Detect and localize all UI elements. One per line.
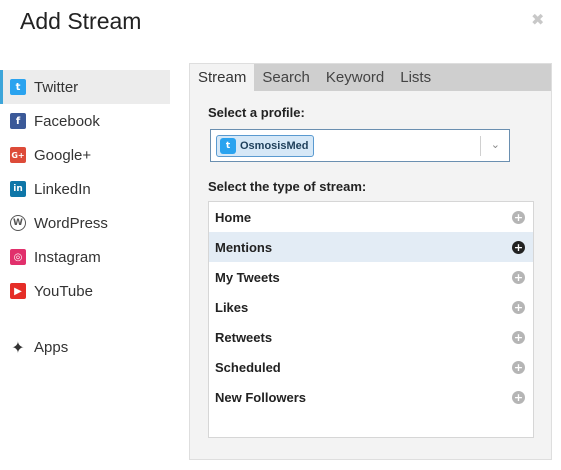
tab-bar: Stream Search Keyword Lists	[190, 64, 551, 91]
linkedin-icon: in	[10, 181, 26, 197]
stream-type-label: Select the type of stream:	[208, 179, 367, 194]
profile-select[interactable]: t OsmosisMed ⌄	[210, 129, 510, 162]
stream-type-label: Mentions	[215, 239, 273, 255]
stream-type-label: Likes	[215, 299, 249, 315]
tab-stream[interactable]: Stream	[190, 64, 255, 91]
sidebar-item-google-plus[interactable]: G+ Google+	[0, 138, 170, 172]
sidebar-item-label: LinkedIn	[34, 180, 91, 198]
tab-lists[interactable]: Lists	[392, 64, 439, 91]
google-plus-icon: G+	[10, 147, 26, 163]
stream-type-mentions[interactable]: Mentions +	[209, 232, 533, 262]
add-icon[interactable]: +	[512, 210, 525, 224]
instagram-icon: ◎	[10, 249, 26, 265]
stream-type-list: Home + Mentions + My Tweets + Likes + Re…	[208, 201, 534, 438]
add-icon[interactable]: +	[512, 390, 525, 404]
selected-profile-name: OsmosisMed	[240, 140, 309, 152]
network-sidebar: t Twitter f Facebook G+ Google+ in Linke…	[0, 70, 170, 364]
sidebar-item-wordpress[interactable]: W WordPress	[0, 206, 170, 240]
sidebar-item-instagram[interactable]: ◎ Instagram	[0, 240, 170, 274]
select-divider	[480, 136, 481, 156]
add-icon[interactable]: +	[512, 270, 525, 284]
stream-type-home[interactable]: Home +	[209, 202, 533, 232]
sidebar-item-linkedin[interactable]: in LinkedIn	[0, 172, 170, 206]
sidebar-item-label: Apps	[34, 338, 69, 356]
stream-type-retweets[interactable]: Retweets +	[209, 322, 533, 352]
tab-search[interactable]: Search	[254, 64, 318, 91]
sidebar-item-label: Facebook	[34, 112, 100, 130]
sidebar-item-twitter[interactable]: t Twitter	[0, 70, 170, 104]
stream-type-label: My Tweets	[215, 269, 280, 285]
twitter-icon: t	[10, 79, 26, 95]
stream-type-likes[interactable]: Likes +	[209, 292, 533, 322]
stream-type-my-tweets[interactable]: My Tweets +	[209, 262, 533, 292]
facebook-icon: f	[10, 113, 26, 129]
sidebar-item-facebook[interactable]: f Facebook	[0, 104, 170, 138]
stream-type-label: Scheduled	[215, 359, 281, 375]
wordpress-icon: W	[10, 215, 26, 231]
add-icon[interactable]: +	[512, 360, 525, 374]
stream-type-label: Retweets	[215, 329, 273, 345]
dialog-title: Add Stream	[20, 8, 142, 34]
add-icon[interactable]: +	[512, 240, 525, 254]
sidebar-item-label: YouTube	[34, 282, 93, 300]
profile-label: Select a profile:	[208, 105, 305, 120]
stream-type-label: New Followers	[215, 389, 307, 405]
stream-type-scheduled[interactable]: Scheduled +	[209, 352, 533, 382]
sidebar-item-youtube[interactable]: ▶ YouTube	[0, 274, 170, 308]
close-icon[interactable]: ✖	[531, 13, 544, 29]
sidebar-item-label: Instagram	[34, 248, 101, 266]
youtube-icon: ▶	[10, 283, 26, 299]
stream-type-new-followers[interactable]: New Followers +	[209, 382, 533, 412]
twitter-icon: t	[220, 138, 236, 154]
stream-type-label: Home	[215, 209, 252, 225]
sidebar-item-apps[interactable]: ✦ Apps	[0, 330, 170, 364]
sidebar-item-label: Twitter	[34, 78, 79, 96]
chevron-down-icon[interactable]: ⌄	[491, 138, 500, 151]
sidebar-item-label: Google+	[34, 146, 92, 164]
selected-profile-chip[interactable]: t OsmosisMed	[216, 135, 315, 157]
stream-panel: Stream Search Keyword Lists Select a pro…	[189, 63, 552, 460]
add-icon[interactable]: +	[512, 330, 525, 344]
add-icon[interactable]: +	[512, 300, 525, 314]
tab-keyword[interactable]: Keyword	[318, 64, 392, 91]
puzzle-icon: ✦	[11, 337, 25, 357]
sidebar-item-label: WordPress	[34, 214, 108, 232]
